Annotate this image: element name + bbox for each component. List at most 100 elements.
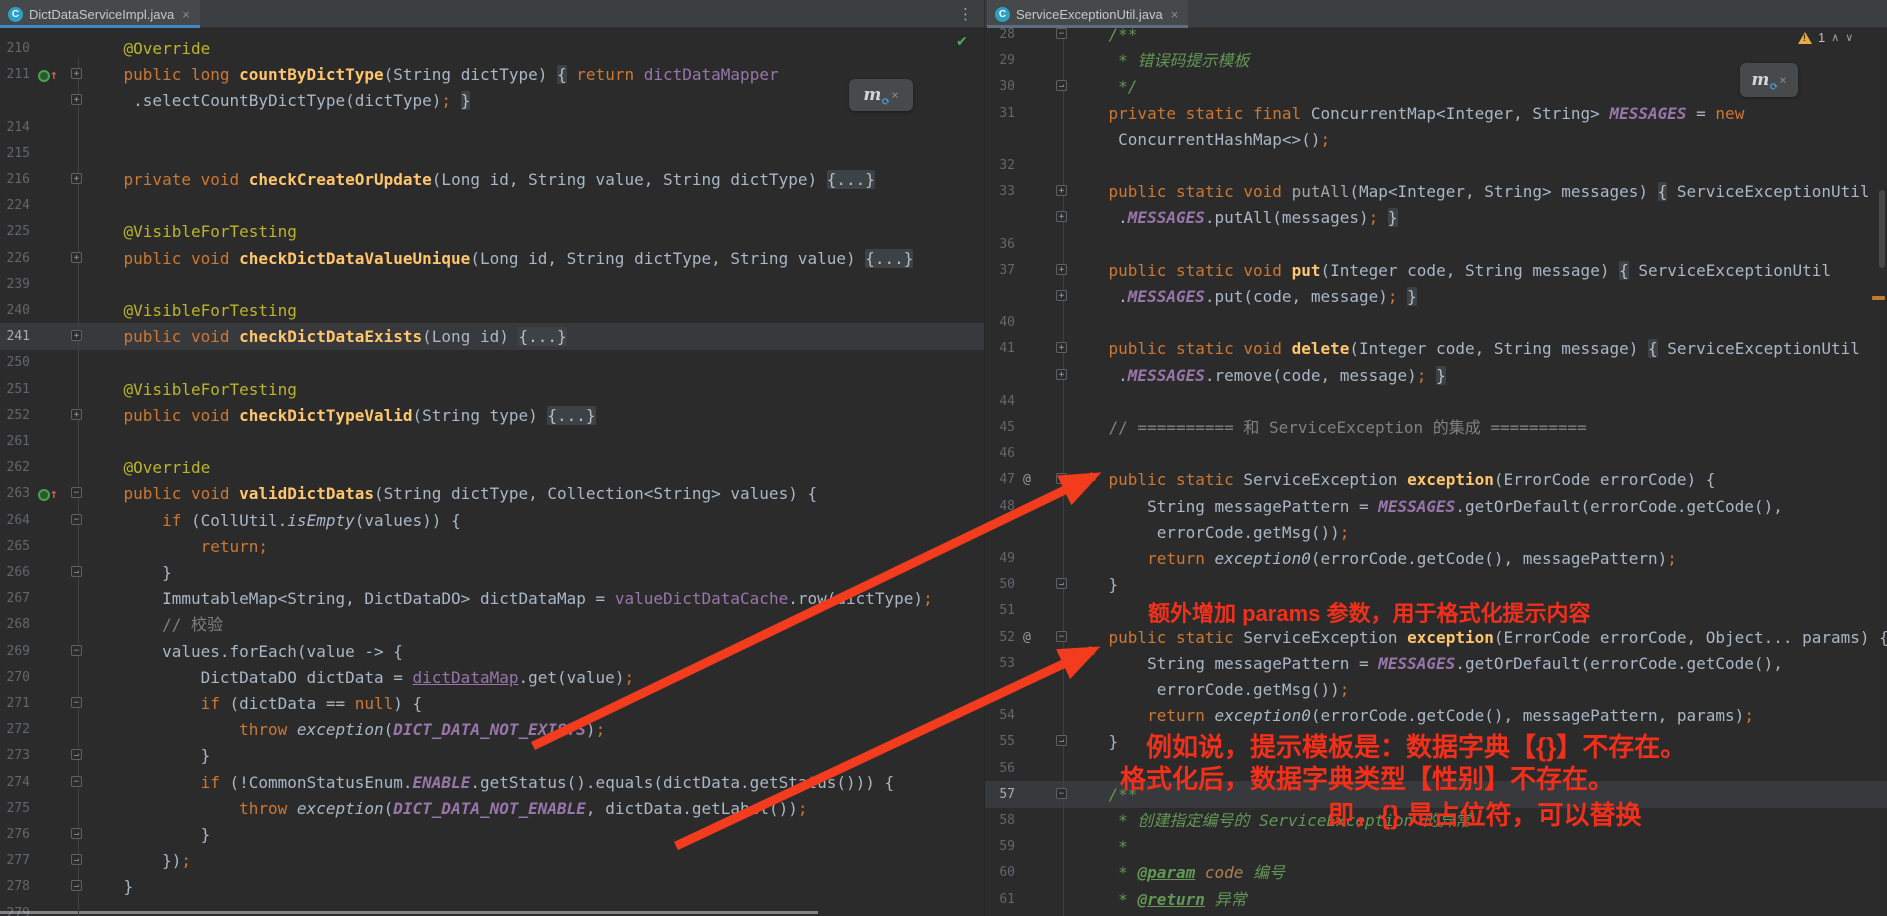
- code-line[interactable]: 272 throw exception(DICT_DATA_NOT_EXISTS…: [0, 716, 984, 743]
- code-line[interactable]: 45 // ========== 和 ServiceException 的集成 …: [985, 414, 1887, 441]
- override-marker-icon[interactable]: ↑: [38, 480, 68, 507]
- right-editor[interactable]: 28− /**29 * 错误码提示模板30⌐ */31 private stat…: [984, 28, 1887, 916]
- prev-problem-chevron-icon[interactable]: ∧: [1831, 31, 1839, 44]
- code-line[interactable]: 239: [0, 271, 984, 298]
- fold-icon[interactable]: −: [71, 645, 82, 656]
- code-line[interactable]: 55⌐ }: [985, 728, 1887, 755]
- code-line[interactable]: + .MESSAGES.remove(code, message); }: [985, 362, 1887, 389]
- code-line[interactable]: 36: [985, 231, 1887, 258]
- code-line[interactable]: 60 * @param code 编号: [985, 859, 1887, 886]
- code-line[interactable]: 47@− public static ServiceException exce…: [985, 466, 1887, 493]
- code-line[interactable]: 263↑− public void validDictDatas(String …: [0, 480, 984, 507]
- fold-icon[interactable]: +: [71, 68, 82, 79]
- code-line[interactable]: ConcurrentHashMap<>();: [985, 126, 1887, 153]
- code-line[interactable]: 28− /**: [985, 28, 1887, 48]
- fold-icon[interactable]: +: [1056, 185, 1067, 196]
- fold-icon[interactable]: −: [1056, 631, 1067, 642]
- code-line[interactable]: 33+ public static void putAll(Map<Intege…: [985, 178, 1887, 205]
- fold-icon[interactable]: −: [71, 776, 82, 787]
- fold-icon[interactable]: +: [1056, 369, 1067, 380]
- code-line[interactable]: 274− if (!CommonStatusEnum.ENABLE.getSta…: [0, 769, 984, 796]
- fold-icon[interactable]: −: [1056, 788, 1067, 799]
- code-line[interactable]: 225 @VisibleForTesting: [0, 218, 984, 245]
- close-icon[interactable]: ×: [182, 7, 190, 22]
- code-line[interactable]: 264− if (CollUtil.isEmpty(values)) {: [0, 507, 984, 534]
- left-editor[interactable]: 210 @Override211↑+ public long countByDi…: [0, 28, 984, 916]
- code-line[interactable]: 61 * @return 异常: [985, 886, 1887, 913]
- fold-icon[interactable]: +: [1056, 211, 1067, 222]
- code-line[interactable]: 57− /**: [985, 781, 1887, 808]
- code-line[interactable]: + .MESSAGES.put(code, message); }: [985, 283, 1887, 310]
- fold-icon[interactable]: ⌐: [1056, 735, 1067, 746]
- error-stripe-warning-mark[interactable]: [1872, 296, 1885, 300]
- code-line[interactable]: 211↑+ public long countByDictType(String…: [0, 61, 984, 88]
- fold-icon[interactable]: +: [71, 330, 82, 341]
- code-line[interactable]: 32: [985, 152, 1887, 179]
- code-line[interactable]: 226+ public void checkDictDataValueUniqu…: [0, 245, 984, 272]
- code-line[interactable]: 252+ public void checkDictTypeValid(Stri…: [0, 402, 984, 429]
- code-line[interactable]: 46: [985, 440, 1887, 467]
- override-marker-icon[interactable]: ↑: [38, 61, 68, 88]
- code-line[interactable]: 270 DictDataDO dictData = dictDataMap.ge…: [0, 664, 984, 691]
- fold-icon[interactable]: ⌐: [71, 566, 82, 577]
- code-line[interactable]: 54 return exception0(errorCode.getCode()…: [985, 702, 1887, 729]
- code-line[interactable]: 49 return exception0(errorCode.getCode()…: [985, 545, 1887, 572]
- close-icon[interactable]: ×: [1171, 7, 1179, 22]
- code-line[interactable]: 216+ private void checkCreateOrUpdate(Lo…: [0, 166, 984, 193]
- code-line[interactable]: errorCode.getMsg());: [985, 676, 1887, 703]
- close-icon[interactable]: ×: [1779, 73, 1786, 87]
- code-line[interactable]: 275 throw exception(DICT_DATA_NOT_ENABLE…: [0, 795, 984, 822]
- code-line[interactable]: 277⌐ });: [0, 847, 984, 874]
- code-line[interactable]: 40: [985, 309, 1887, 336]
- code-line[interactable]: 58 * 创建指定编号的 ServiceException 的异常: [985, 807, 1887, 834]
- code-line[interactable]: 56: [985, 755, 1887, 782]
- fold-icon[interactable]: +: [71, 173, 82, 184]
- code-line[interactable]: 37+ public static void put(Integer code,…: [985, 257, 1887, 284]
- code-line[interactable]: 215: [0, 140, 984, 167]
- code-line[interactable]: 276⌐ }: [0, 821, 984, 848]
- inspections-ok-check-icon[interactable]: ✔: [956, 34, 968, 50]
- code-line[interactable]: 251 @VisibleForTesting: [0, 376, 984, 403]
- code-line[interactable]: 50⌐ }: [985, 571, 1887, 598]
- fold-icon[interactable]: ⌐: [71, 828, 82, 839]
- fold-icon[interactable]: −: [71, 697, 82, 708]
- next-problem-chevron-icon[interactable]: ∨: [1845, 31, 1853, 44]
- fold-icon[interactable]: ⌐: [1056, 578, 1067, 589]
- code-line[interactable]: 224: [0, 192, 984, 219]
- code-line[interactable]: 241+ public void checkDictDataExists(Lon…: [0, 323, 984, 350]
- maven-reload-badge[interactable]: m⟳ ×: [849, 79, 913, 111]
- code-line[interactable]: 262 @Override: [0, 454, 984, 481]
- code-line[interactable]: 271− if (dictData == null) {: [0, 690, 984, 717]
- code-line[interactable]: 250: [0, 349, 984, 376]
- editor-options-kebab-icon[interactable]: ⋮: [958, 4, 973, 24]
- fold-icon[interactable]: −: [71, 487, 82, 498]
- code-line[interactable]: errorCode.getMsg());: [985, 519, 1887, 546]
- vertical-scrollbar-thumb[interactable]: [1879, 190, 1885, 268]
- code-line[interactable]: 266⌐ }: [0, 559, 984, 586]
- code-line[interactable]: 214: [0, 114, 984, 141]
- code-line[interactable]: 269− values.forEach(value -> {: [0, 638, 984, 665]
- fold-icon[interactable]: ⌐: [71, 880, 82, 891]
- fold-icon[interactable]: −: [1056, 28, 1067, 39]
- maven-reload-badge[interactable]: m⟳ ×: [1740, 63, 1798, 97]
- code-line[interactable]: 48 String messagePattern = MESSAGES.getO…: [985, 493, 1887, 520]
- code-line[interactable]: 265 return;: [0, 533, 984, 560]
- code-line[interactable]: 59 *: [985, 833, 1887, 860]
- code-line[interactable]: 240 @VisibleForTesting: [0, 297, 984, 324]
- fold-icon[interactable]: +: [1056, 290, 1067, 301]
- horizontal-scrollbar-thumb[interactable]: [0, 911, 818, 914]
- fold-icon[interactable]: +: [71, 409, 82, 420]
- code-line[interactable]: 44: [985, 388, 1887, 415]
- fold-icon[interactable]: ⌐: [1056, 80, 1067, 91]
- code-line[interactable]: 51: [985, 597, 1887, 624]
- fold-icon[interactable]: −: [1056, 473, 1067, 484]
- inspections-widget[interactable]: ! 1 ∧ ∨: [1798, 30, 1853, 45]
- code-line[interactable]: + .selectCountByDictType(dictType); }: [0, 87, 984, 114]
- code-line[interactable]: 52@− public static ServiceException exce…: [985, 624, 1887, 651]
- fold-icon[interactable]: +: [71, 94, 82, 105]
- fold-icon[interactable]: +: [1056, 264, 1067, 275]
- fold-icon[interactable]: ⌐: [71, 854, 82, 865]
- tab-serviceexceptionutil-java[interactable]: C ServiceExceptionUtil.java ×: [987, 0, 1188, 28]
- fold-icon[interactable]: +: [1056, 342, 1067, 353]
- code-line[interactable]: 41+ public static void delete(Integer co…: [985, 335, 1887, 362]
